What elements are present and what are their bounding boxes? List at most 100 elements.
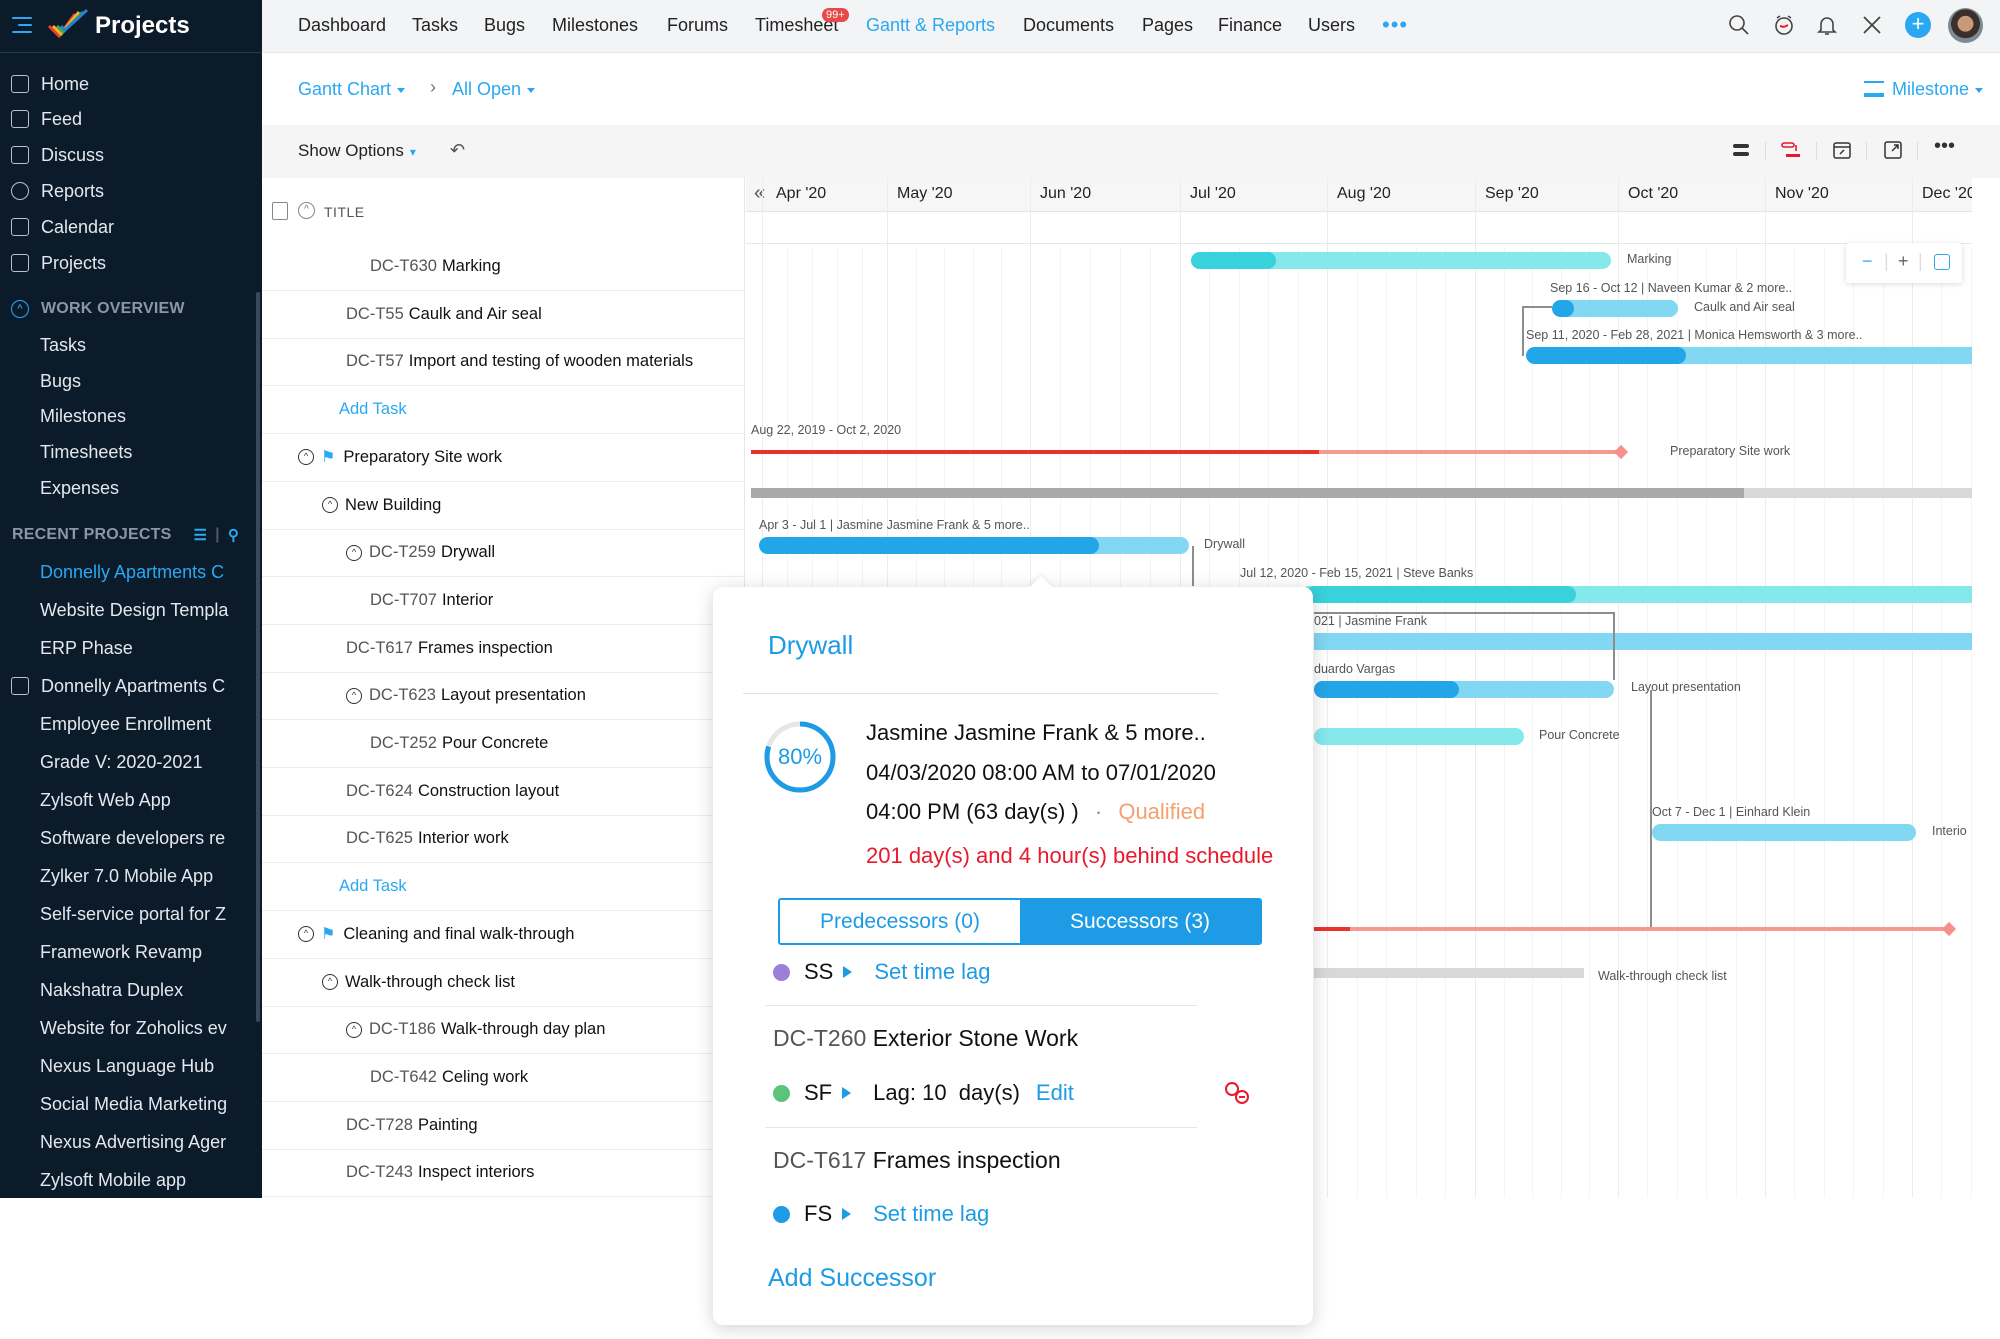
bell-icon[interactable] bbox=[1815, 13, 1839, 37]
gantt-bar-interior[interactable] bbox=[1306, 586, 1972, 603]
sidebar-item-home[interactable]: Home bbox=[0, 67, 262, 101]
sidebar-item-reports[interactable]: Reports bbox=[0, 174, 262, 208]
sidebar-item-bugs[interactable]: Bugs bbox=[40, 364, 230, 398]
sidebar-item-calendar[interactable]: Calendar bbox=[0, 210, 262, 244]
set-time-lag-link[interactable]: Set time lag bbox=[873, 1201, 989, 1227]
tasklist-row[interactable]: ^ New Building bbox=[262, 482, 745, 530]
recent-project-item[interactable]: Grade V: 2020-2021 bbox=[40, 745, 230, 779]
gantt-bar-drywall[interactable] bbox=[759, 537, 1189, 554]
gantt-bar-pour-concrete[interactable] bbox=[1314, 728, 1524, 745]
recent-project-item[interactable]: Website for Zoholics ev bbox=[40, 1011, 230, 1045]
recent-project-item[interactable]: Nakshatra Duplex bbox=[40, 973, 230, 1007]
scroll-left-icon[interactable]: « bbox=[754, 182, 765, 205]
zoom-out-button[interactable]: − bbox=[1862, 251, 1873, 272]
task-row[interactable]: ^ DC-T623 Layout presentation bbox=[262, 672, 745, 721]
recent-project-item[interactable]: Nexus Language Hub bbox=[40, 1049, 230, 1083]
play-arrow-icon[interactable] bbox=[843, 966, 853, 978]
recent-project-item[interactable]: Website Design Templa bbox=[40, 593, 230, 627]
tools-icon[interactable] bbox=[1860, 13, 1884, 37]
task-row[interactable]: DC-T57 Import and testing of wooden mater… bbox=[262, 338, 745, 387]
collapse-all-icon[interactable]: ^ bbox=[298, 202, 315, 219]
successor-task[interactable]: DC-T617 Frames inspection bbox=[773, 1147, 1061, 1174]
recent-project-item[interactable]: Nexus Advertising Ager bbox=[40, 1125, 230, 1159]
collapse-toggle-icon[interactable]: ^ bbox=[346, 687, 362, 704]
sidebar-scrollbar[interactable] bbox=[256, 292, 260, 1022]
popup-task-title[interactable]: Drywall bbox=[768, 630, 853, 661]
task-row[interactable]: DC-T707 Interior bbox=[262, 577, 745, 625]
sidebar-item-discuss[interactable]: Discuss bbox=[0, 138, 262, 172]
sidebar-item-expenses[interactable]: Expenses bbox=[40, 471, 230, 505]
timer-icon[interactable] bbox=[1772, 13, 1796, 37]
task-row[interactable]: DC-T630 Marking bbox=[262, 243, 745, 291]
recent-project-item[interactable]: Social Media Marketing bbox=[40, 1087, 230, 1121]
zoom-in-button[interactable]: + bbox=[1898, 251, 1909, 272]
task-row[interactable]: ^ DC-T186 Walk-through day plan bbox=[262, 1006, 745, 1055]
gantt-bar-caulk[interactable] bbox=[1552, 300, 1678, 317]
gantt-bar-frames[interactable] bbox=[1314, 633, 1972, 650]
column-settings-icon[interactable] bbox=[272, 202, 288, 220]
tab-dashboard[interactable]: Dashboard bbox=[298, 15, 386, 36]
all-open-dropdown[interactable]: All Open bbox=[452, 79, 536, 100]
tab-successors[interactable]: Successors (3) bbox=[1020, 900, 1260, 943]
tab-milestones[interactable]: Milestones bbox=[552, 15, 638, 36]
add-task-link[interactable]: Add Task bbox=[339, 400, 407, 419]
task-row[interactable]: DC-T642 Celing work bbox=[262, 1054, 745, 1102]
recent-project-item[interactable]: Self-service portal for Z bbox=[40, 897, 230, 931]
task-row[interactable]: DC-T625 Interior work bbox=[262, 815, 745, 864]
tab-users[interactable]: Users bbox=[1308, 15, 1355, 36]
sidebar-item-projects[interactable]: Projects bbox=[0, 246, 262, 280]
tab-predecessors[interactable]: Predecessors (0) bbox=[780, 900, 1020, 943]
collapse-toggle-icon[interactable]: ^ bbox=[322, 497, 338, 513]
recent-project-item[interactable]: ERP Phase bbox=[40, 631, 230, 665]
add-task-row[interactable]: Add Task bbox=[262, 386, 745, 435]
task-row[interactable]: DC-T55 Caulk and Air seal bbox=[262, 291, 745, 339]
gantt-bar-layout[interactable] bbox=[1314, 681, 1614, 698]
recent-project-item[interactable]: Donnelly Apartments C bbox=[40, 555, 230, 589]
tab-finance[interactable]: Finance bbox=[1218, 15, 1282, 36]
expand-icon[interactable] bbox=[1882, 139, 1904, 161]
add-successor-link[interactable]: Add Successor bbox=[768, 1264, 936, 1293]
tab-gantt-reports[interactable]: Gantt & Reports bbox=[866, 15, 995, 36]
play-arrow-icon[interactable] bbox=[842, 1087, 852, 1099]
tasklist-row[interactable]: ^ Walk-through check list bbox=[262, 959, 745, 1007]
collapse-toggle-icon[interactable]: ^ bbox=[346, 544, 362, 561]
search-icon[interactable] bbox=[1727, 13, 1751, 37]
recent-project-item[interactable]: Framework Revamp bbox=[40, 935, 230, 969]
milestone-dropdown[interactable]: Milestone bbox=[1864, 79, 1984, 100]
tab-pages[interactable]: Pages bbox=[1142, 15, 1193, 36]
sidebar-item-milestones[interactable]: Milestones bbox=[40, 399, 230, 433]
critical-path-icon[interactable] bbox=[1780, 139, 1802, 161]
task-row[interactable]: DC-T243 Inspect interiors bbox=[262, 1149, 745, 1198]
recent-project-item[interactable]: Zylsoft Mobile app bbox=[40, 1163, 230, 1197]
gantt-bar-import[interactable] bbox=[1526, 347, 1972, 364]
task-row[interactable]: DC-T252 Pour Concrete bbox=[262, 720, 745, 768]
gantt-bar-marking[interactable] bbox=[1191, 252, 1611, 269]
set-time-lag-link[interactable]: Set time lag bbox=[874, 959, 990, 985]
successor-task[interactable]: DC-T260 Exterior Stone Work bbox=[773, 1025, 1078, 1052]
tab-bugs[interactable]: Bugs bbox=[484, 15, 525, 36]
more-options-icon[interactable]: ••• bbox=[1934, 135, 1955, 158]
timeline-bars-icon[interactable] bbox=[1730, 139, 1752, 161]
sidebar-item-feed[interactable]: Feed bbox=[0, 102, 262, 136]
recent-project-item[interactable]: Employee Enrollment bbox=[40, 707, 230, 741]
milestone-diamond-icon[interactable] bbox=[1613, 444, 1629, 460]
gantt-bar-construction-layout[interactable] bbox=[1652, 824, 1916, 841]
gantt-chart-dropdown[interactable]: Gantt Chart bbox=[298, 79, 406, 100]
recent-project-item[interactable]: Zylker 7.0 Mobile App bbox=[40, 859, 230, 893]
task-row[interactable]: ^ DC-T259 Drywall bbox=[262, 529, 745, 578]
milestone-row[interactable]: ^ ⚑ Preparatory Site work bbox=[262, 434, 745, 482]
sidebar-item-timesheets[interactable]: Timesheets bbox=[40, 435, 230, 469]
work-overview-header[interactable]: ^ WORK OVERVIEW bbox=[0, 294, 262, 324]
add-task-row[interactable]: Add Task bbox=[262, 863, 745, 912]
task-row[interactable]: DC-T617 Frames inspection bbox=[262, 625, 745, 673]
remove-dependency-icon[interactable] bbox=[1223, 1080, 1253, 1106]
milestone-row[interactable]: ^ ⚑ Cleaning and final walk-through bbox=[262, 911, 745, 959]
tab-tasks[interactable]: Tasks bbox=[412, 15, 458, 36]
undo-icon[interactable]: ↶ bbox=[450, 140, 465, 161]
milestone-diamond-icon[interactable] bbox=[1941, 921, 1957, 937]
tab-documents[interactable]: Documents bbox=[1023, 15, 1114, 36]
collapse-toggle-icon[interactable]: ^ bbox=[322, 974, 338, 990]
collapse-toggle-icon[interactable]: ^ bbox=[298, 449, 314, 466]
recent-project-item[interactable]: Zylsoft Web App bbox=[40, 783, 230, 817]
sidebar-item-tasks[interactable]: Tasks bbox=[40, 328, 230, 362]
